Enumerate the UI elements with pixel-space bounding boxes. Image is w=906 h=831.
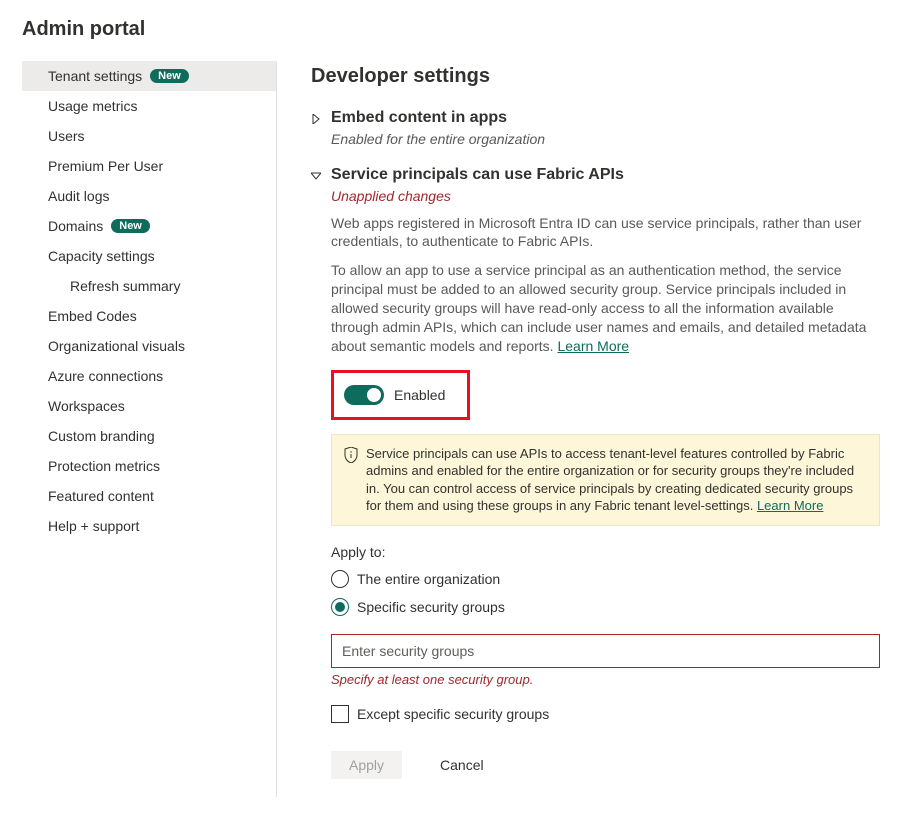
sidebar-item-featured-content[interactable]: Featured content [22,481,276,511]
chevron-down-icon [311,168,325,184]
radio-icon [331,570,349,588]
setting-service-principals: Service principals can use Fabric APIs U… [311,165,880,779]
cancel-button[interactable]: Cancel [422,751,502,779]
sidebar-item-label: Protection metrics [48,458,160,474]
enabled-toggle-highlight: Enabled [331,370,470,420]
radio-label: Specific security groups [357,599,505,615]
new-badge: New [150,69,189,83]
sidebar-item-users[interactable]: Users [22,121,276,151]
setting-header[interactable]: Service principals can use Fabric APIs [311,165,880,186]
sidebar-item-azure-connections[interactable]: Azure connections [22,361,276,391]
sidebar-item-label: Usage metrics [48,98,137,114]
setting-status: Enabled for the entire organization [331,131,880,147]
except-specific-groups-checkbox[interactable]: Except specific security groups [331,705,880,723]
sidebar-item-usage-metrics[interactable]: Usage metrics [22,91,276,121]
sidebar-item-label: Help + support [48,518,139,534]
sidebar-item-domains[interactable]: Domains New [22,211,276,241]
sidebar-item-organizational-visuals[interactable]: Organizational visuals [22,331,276,361]
sidebar-item-label: Refresh summary [70,278,180,294]
sidebar-item-custom-branding[interactable]: Custom branding [22,421,276,451]
sidebar-item-label: Organizational visuals [48,338,185,354]
sidebar-item-label: Premium Per User [48,158,163,174]
sidebar-item-label: Featured content [48,488,154,504]
radio-icon [331,598,349,616]
setting-title: Service principals can use Fabric APIs [331,165,624,186]
security-groups-input[interactable] [331,634,880,668]
sidebar-item-label: Custom branding [48,428,155,444]
setting-embed-content: Embed content in apps Enabled for the en… [311,108,880,147]
sidebar-item-label: Users [48,128,85,144]
sidebar-item-capacity-settings[interactable]: Capacity settings [22,241,276,271]
sidebar-item-label: Azure connections [48,368,163,384]
sidebar: Tenant settings New Usage metrics Users … [22,61,277,797]
sidebar-item-embed-codes[interactable]: Embed Codes [22,301,276,331]
new-badge: New [111,219,150,233]
info-panel: Service principals can use APIs to acces… [331,434,880,526]
checkbox-label: Except specific security groups [357,706,549,722]
toggle-label: Enabled [394,387,445,403]
radio-specific-security-groups[interactable]: Specific security groups [331,598,880,616]
sidebar-item-label: Workspaces [48,398,125,414]
sidebar-item-label: Capacity settings [48,248,155,264]
sidebar-item-label: Audit logs [48,188,109,204]
setting-description: Web apps registered in Microsoft Entra I… [331,214,880,252]
sidebar-item-label: Embed Codes [48,308,137,324]
sidebar-item-workspaces[interactable]: Workspaces [22,391,276,421]
chevron-right-icon [311,111,325,127]
page-title: Admin portal [22,18,884,41]
radio-label: The entire organization [357,571,500,587]
setting-description: To allow an app to use a service princip… [331,261,880,355]
checkbox-icon [331,705,349,723]
input-error-message: Specify at least one security group. [331,672,880,687]
main-panel: Developer settings Embed content in apps… [277,61,884,797]
unapplied-changes-status: Unapplied changes [331,188,880,204]
sidebar-item-protection-metrics[interactable]: Protection metrics [22,451,276,481]
sidebar-item-label: Tenant settings [48,68,142,84]
sidebar-item-label: Domains [48,218,103,234]
sidebar-item-help-support[interactable]: Help + support [22,511,276,541]
apply-to-label: Apply to: [331,544,880,560]
sidebar-item-tenant-settings[interactable]: Tenant settings New [22,61,276,91]
apply-button[interactable]: Apply [331,751,402,779]
learn-more-link[interactable]: Learn More [757,498,823,513]
sidebar-item-refresh-summary[interactable]: Refresh summary [22,271,276,301]
learn-more-link[interactable]: Learn More [557,338,629,354]
setting-title: Embed content in apps [331,108,507,129]
section-title: Developer settings [311,65,880,88]
sidebar-item-premium-per-user[interactable]: Premium Per User [22,151,276,181]
radio-entire-organization[interactable]: The entire organization [331,570,880,588]
enabled-toggle[interactable] [344,385,384,405]
sidebar-item-audit-logs[interactable]: Audit logs [22,181,276,211]
setting-header[interactable]: Embed content in apps [311,108,880,129]
shield-info-icon [344,447,358,515]
